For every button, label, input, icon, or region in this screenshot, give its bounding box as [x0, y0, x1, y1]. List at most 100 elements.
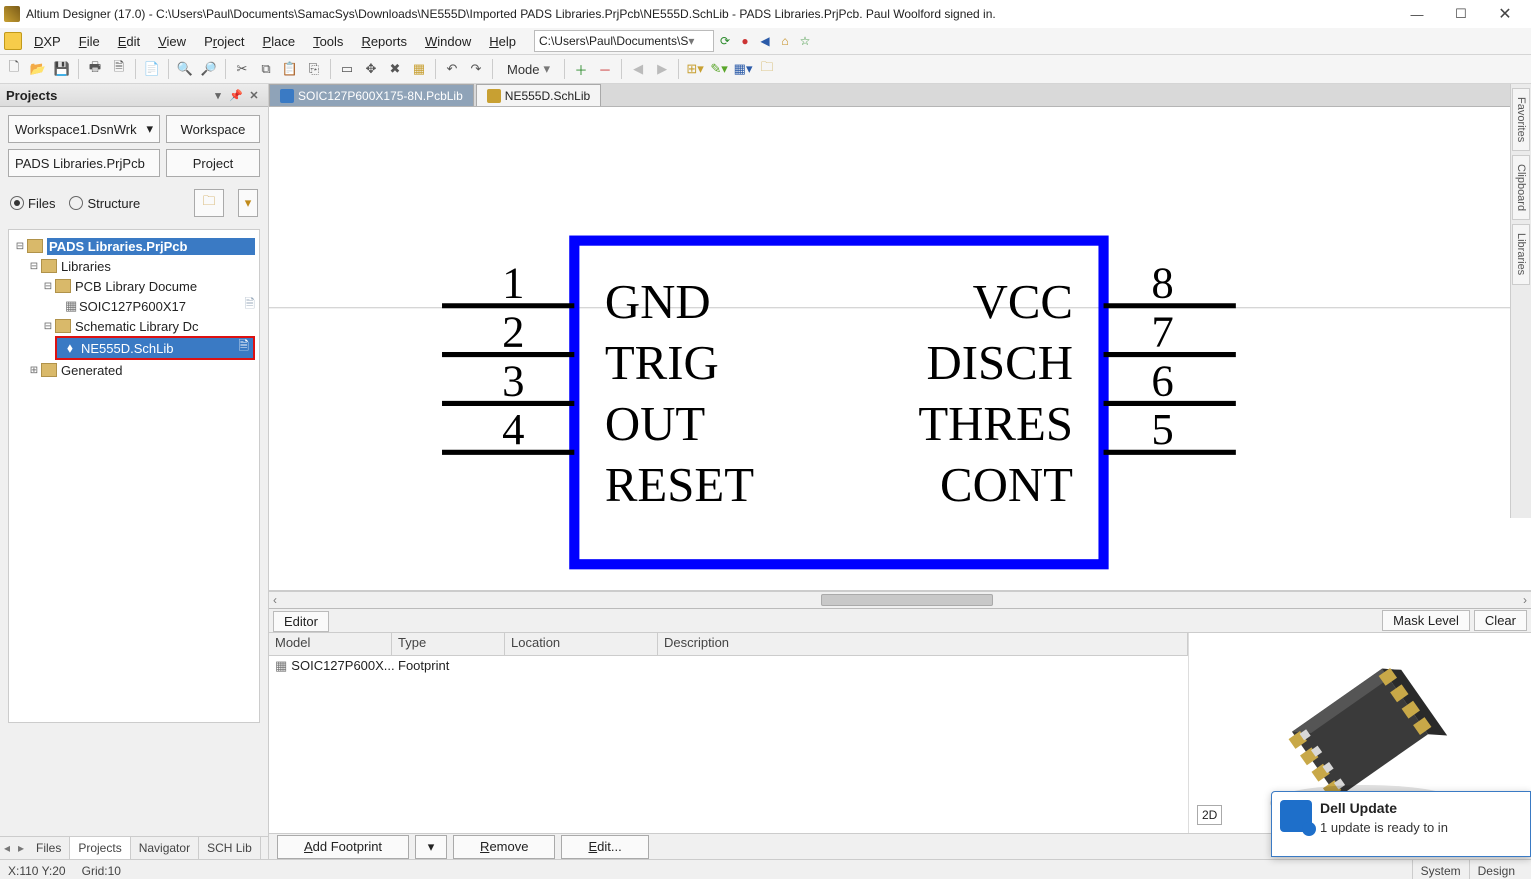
clear-button[interactable]: Clear [1474, 610, 1527, 631]
preview-icon[interactable]: 🗎 [109, 59, 129, 79]
redo-icon[interactable]: ↷ [466, 59, 486, 79]
editor-tab[interactable]: Editor [273, 611, 329, 632]
place-wire-icon[interactable]: ✎▾ [709, 59, 729, 79]
menu-project[interactable]: Project [196, 32, 252, 51]
menu-dxp[interactable]: DDXPXP [26, 32, 69, 51]
vtab-clipboard[interactable]: Clipboard [1512, 155, 1530, 220]
next-icon[interactable]: ▶ [652, 59, 672, 79]
nav-back-icon[interactable]: ◀ [756, 32, 774, 50]
remove-footprint-button[interactable]: Remove [453, 835, 555, 859]
workspace-combo[interactable]: Workspace1.DsnWrk▾ [8, 115, 160, 143]
tree-pcb-item[interactable]: SOIC127P600X17 [79, 299, 186, 314]
rubber-stamp-icon[interactable]: ⎘ [304, 59, 324, 79]
menu-help[interactable]: Help [481, 32, 524, 51]
tree-libraries[interactable]: Libraries [61, 259, 111, 274]
paste-icon[interactable]: 📋 [280, 59, 300, 79]
nav-fav-icon[interactable]: ☆ [796, 32, 814, 50]
project-field[interactable]: PADS Libraries.PrjPcb [8, 149, 160, 177]
add-footprint-drop-icon[interactable]: ▾ [415, 835, 447, 859]
col-location[interactable]: Location [505, 633, 658, 655]
scroll-left-icon[interactable]: ◂ [0, 841, 14, 855]
dell-update-toast[interactable]: Dell Update 1 update is ready to in [1271, 791, 1531, 857]
tab-pcblib[interactable]: SOIC127P600X175-8N.PcbLib [269, 84, 474, 106]
dxp-icon[interactable] [4, 32, 22, 50]
bottom-tab-navigator[interactable]: Navigator [131, 837, 199, 859]
tree-schlib-folder[interactable]: Schematic Library Dc [75, 319, 199, 334]
nav-home-icon[interactable]: ⌂ [776, 32, 794, 50]
vtab-favorites[interactable]: Favorites [1512, 88, 1530, 151]
project-options-drop-icon[interactable]: ▾ [238, 189, 258, 217]
add-footprint-button[interactable]: Add Footprint [277, 835, 409, 859]
bottom-tab-files[interactable]: Files [28, 837, 70, 859]
project-options-icon[interactable]: 🗀 [194, 189, 224, 217]
select-icon[interactable]: ▭ [337, 59, 357, 79]
new-icon[interactable]: 🗋 [4, 59, 24, 79]
bottom-tab-schlib[interactable]: SCH Lib [199, 837, 261, 859]
bottom-tab-projects[interactable]: Projects [70, 837, 130, 859]
menu-window[interactable]: Window [417, 32, 479, 51]
scroll-right-icon[interactable]: ▸ [14, 841, 28, 855]
maximize-button[interactable]: ☐ [1439, 0, 1483, 28]
view-2d-badge[interactable]: 2D [1197, 805, 1222, 825]
copy-icon[interactable]: ⧉ [256, 59, 276, 79]
vtab-libraries[interactable]: Libraries [1512, 224, 1530, 284]
mode-dropdown[interactable]: Mode▾ [499, 58, 558, 80]
zoom-in-icon[interactable]: 🔍 [175, 59, 195, 79]
status-system[interactable]: System [1412, 860, 1469, 879]
open-icon[interactable]: 📂 [28, 59, 48, 79]
scroll-left-icon[interactable]: ‹ [269, 593, 281, 607]
menu-place[interactable]: Place [255, 32, 304, 51]
tree-sch-item[interactable]: NE555D.SchLib [81, 341, 174, 356]
col-description[interactable]: Description [658, 633, 1188, 655]
doc-icon[interactable]: 📄 [142, 59, 162, 79]
menu-file[interactable]: File [71, 32, 108, 51]
save-icon[interactable]: 💾 [52, 59, 72, 79]
close-button[interactable]: ✕ [1483, 0, 1527, 28]
prev-icon[interactable]: ◀ [628, 59, 648, 79]
col-type[interactable]: Type [392, 633, 505, 655]
grid-icon[interactable]: ▦▾ [733, 59, 753, 79]
menu-reports[interactable]: Reports [353, 32, 415, 51]
move-icon[interactable]: ✥ [361, 59, 381, 79]
tree-pcblib-folder[interactable]: PCB Library Docume [75, 279, 197, 294]
print-icon[interactable]: 🖶 [85, 59, 105, 79]
mask-level-button[interactable]: Mask Level [1382, 610, 1470, 631]
table-row[interactable]: ▦SOIC127P600X... Footprint [269, 656, 1188, 678]
remove-icon[interactable]: － [595, 59, 615, 79]
cell-location [505, 656, 658, 678]
project-tree[interactable]: ⊟PADS Libraries.PrjPcb ⊟Libraries ⊟PCB L… [8, 229, 260, 723]
menu-edit[interactable]: Edit [110, 32, 148, 51]
panel-dropdown-icon[interactable]: ▾ [210, 87, 226, 103]
add-icon[interactable]: ＋ [571, 59, 591, 79]
scroll-right-icon[interactable]: › [1519, 593, 1531, 607]
workspace-button[interactable]: Workspace [166, 115, 260, 143]
structure-radio[interactable]: Structure [69, 196, 140, 211]
status-design[interactable]: Design [1469, 860, 1523, 879]
zoom-out-icon[interactable]: 🔎 [199, 59, 219, 79]
panel-pin-icon[interactable]: 📌 [228, 87, 244, 103]
scrollbar-thumb[interactable] [821, 594, 993, 606]
col-model[interactable]: Model [269, 633, 392, 655]
menu-tools[interactable]: Tools [305, 32, 351, 51]
model-grid[interactable]: Model Type Location Description ▦SOIC127… [269, 633, 1189, 833]
project-button[interactable]: Project [166, 149, 260, 177]
nav-stop-icon[interactable]: ● [736, 32, 754, 50]
folder-icon[interactable]: 🗀 [757, 59, 777, 79]
horizontal-scrollbar[interactable]: ‹ › [269, 591, 1531, 608]
minimize-button[interactable]: — [1395, 0, 1439, 28]
nav-refresh-icon[interactable]: ⟳ [716, 32, 734, 50]
undo-icon[interactable]: ↶ [442, 59, 462, 79]
schematic-view[interactable]: ︽ [269, 107, 1531, 591]
cut-icon[interactable]: ✂ [232, 59, 252, 79]
tree-generated[interactable]: Generated [61, 363, 122, 378]
files-radio[interactable]: Files [10, 196, 55, 211]
edit-footprint-button[interactable]: Edit... [561, 835, 648, 859]
place-part-icon[interactable]: ⊞▾ [685, 59, 705, 79]
tab-schlib[interactable]: NE555D.SchLib [476, 84, 601, 106]
path-field[interactable]: C:\Users\Paul\Documents\S ▾ [534, 30, 714, 52]
tree-root[interactable]: PADS Libraries.PrjPcb [47, 238, 255, 255]
panel-close-icon[interactable]: ✕ [246, 87, 262, 103]
deselect-icon[interactable]: ✖ [385, 59, 405, 79]
clear-icon[interactable]: ▦ [409, 59, 429, 79]
menu-view[interactable]: View [150, 32, 194, 51]
